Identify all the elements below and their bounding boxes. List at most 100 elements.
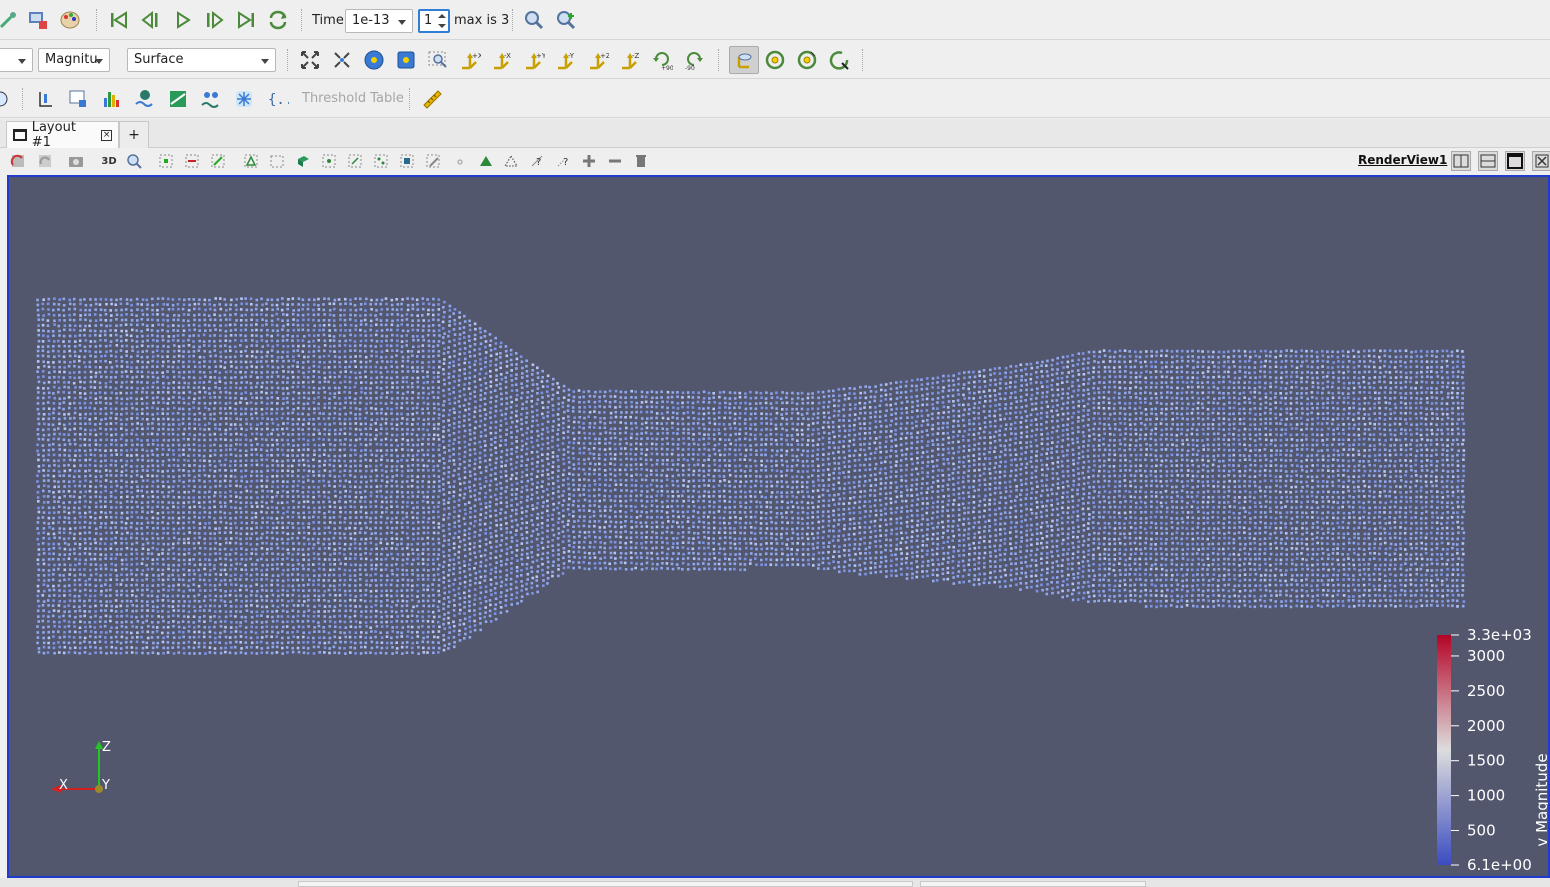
- view-plus-y-icon[interactable]: +Y: [522, 48, 546, 72]
- zoom-to-data-icon[interactable]: [522, 8, 546, 32]
- mesh-point: [161, 470, 164, 473]
- toggle-3d-button[interactable]: 3D: [99, 151, 119, 171]
- mesh-point: [375, 339, 379, 343]
- time-combo[interactable]: 1e-13: [345, 9, 413, 33]
- spin-down-icon[interactable]: [438, 24, 446, 28]
- mesh-point: [385, 334, 388, 338]
- rotate-minus-90-icon[interactable]: -90: [682, 48, 706, 72]
- select-polygon-icon[interactable]: [267, 151, 287, 171]
- mesh-point: [344, 370, 347, 373]
- undo-camera-icon[interactable]: [35, 151, 55, 171]
- show-center-icon[interactable]: [394, 48, 418, 72]
- zoom-closest-icon[interactable]: [362, 48, 386, 72]
- mesh-point: [224, 329, 228, 333]
- spin-up-icon[interactable]: [438, 14, 446, 18]
- connect-icon[interactable]: [0, 8, 20, 32]
- query-select-icon[interactable]: ?: [527, 151, 547, 171]
- triangle-select-icon[interactable]: [476, 151, 496, 171]
- mesh-point: [88, 489, 92, 493]
- python-trace-icon[interactable]: [34, 87, 58, 111]
- mesh-point: [146, 630, 150, 634]
- plot-selection-icon[interactable]: [166, 87, 190, 111]
- disconnect-icon[interactable]: [26, 8, 50, 32]
- shrink-minus-icon[interactable]: [605, 151, 625, 171]
- select-cells-on-icon[interactable]: [156, 151, 176, 171]
- select-points-through-icon[interactable]: [241, 151, 261, 171]
- timestep-spinbox[interactable]: 1: [418, 9, 450, 33]
- mesh-point: [318, 454, 321, 458]
- select-points-on-icon[interactable]: [182, 151, 202, 171]
- histogram-icon[interactable]: [100, 87, 124, 111]
- render-view[interactable]: Z X Y 3000 2500 2000 1500 1000 500 3.3e+03 6.…: [7, 175, 1550, 878]
- render-view-name[interactable]: RenderView1: [1358, 153, 1447, 167]
- close-tab-icon[interactable]: ×: [101, 129, 112, 141]
- interactive-select-points-icon[interactable]: [345, 151, 365, 171]
- coloring-combo[interactable]: [0, 48, 33, 72]
- mesh-point: [42, 527, 46, 530]
- view-plus-z-icon[interactable]: +Z: [586, 48, 610, 72]
- vertex-select-icon[interactable]: [501, 151, 521, 171]
- component-combo[interactable]: Magnitu: [38, 48, 110, 72]
- view-minus-x-icon[interactable]: -X: [490, 48, 514, 72]
- threshold-table-button[interactable]: Threshold Table: [302, 91, 404, 106]
- mesh-point: [104, 459, 107, 462]
- interactive-pick-icon[interactable]: [827, 48, 851, 72]
- mesh-point: [228, 651, 232, 655]
- interactive-select-cells-icon[interactable]: [319, 151, 339, 171]
- mesh-point: [239, 496, 242, 499]
- reset-camera-icon[interactable]: [298, 48, 322, 72]
- play-icon[interactable]: [171, 8, 195, 32]
- split-horizontal-icon[interactable]: [1451, 151, 1471, 171]
- mesh-point: [276, 318, 280, 321]
- rotation-center-icon[interactable]: [763, 48, 787, 72]
- mesh-point: [150, 459, 154, 462]
- plot-data-icon[interactable]: [66, 87, 90, 111]
- screenshot-icon[interactable]: [66, 151, 86, 171]
- zoom-box-icon[interactable]: [426, 48, 450, 72]
- mesh-point: [239, 401, 242, 404]
- view-minus-y-icon[interactable]: -Y: [554, 48, 578, 72]
- grow-plus-icon[interactable]: [579, 151, 599, 171]
- plot-time-icon[interactable]: [199, 87, 223, 111]
- representation-combo[interactable]: Surface: [127, 48, 276, 72]
- mesh-point: [125, 418, 129, 421]
- previous-frame-icon[interactable]: [139, 8, 163, 32]
- reset-session-icon[interactable]: [8, 151, 28, 171]
- python-calculator-icon[interactable]: {..}: [266, 87, 290, 111]
- center-axes-toggle-icon[interactable]: [729, 46, 759, 74]
- mesh-point: [380, 625, 384, 628]
- select-cells-through-icon[interactable]: [208, 151, 228, 171]
- hover-points-icon[interactable]: [371, 151, 391, 171]
- last-frame-icon[interactable]: [234, 8, 258, 32]
- first-frame-icon[interactable]: [107, 8, 131, 32]
- mesh-point: [286, 594, 289, 597]
- select-block-icon[interactable]: [293, 151, 313, 171]
- grow-selection-icon[interactable]: [423, 151, 443, 171]
- query-help-icon[interactable]: ?: [553, 151, 573, 171]
- mesh-point: [135, 557, 138, 560]
- rotate-plus-90-icon[interactable]: +90: [650, 48, 674, 72]
- view-plus-x-icon[interactable]: +X: [458, 48, 482, 72]
- hover-cells-icon[interactable]: [397, 151, 417, 171]
- mesh-point: [124, 625, 128, 629]
- clear-selection-icon[interactable]: [631, 151, 651, 171]
- close-view-icon[interactable]: [1532, 151, 1550, 171]
- palette-icon[interactable]: [58, 8, 82, 32]
- zoom-to-box-icon[interactable]: [554, 8, 578, 32]
- plot-over-line-icon[interactable]: [133, 87, 157, 111]
- reset-camera-closest-icon[interactable]: [330, 48, 354, 72]
- magnify-small-icon[interactable]: [451, 151, 471, 171]
- glyph-filter-icon[interactable]: [232, 87, 256, 111]
- add-tab-button[interactable]: +: [119, 121, 149, 148]
- next-frame-icon[interactable]: [202, 8, 226, 32]
- mesh-point: [46, 345, 50, 348]
- maximize-icon[interactable]: [1505, 151, 1525, 171]
- view-minus-z-icon[interactable]: -Z: [618, 48, 642, 72]
- loop-icon[interactable]: [266, 8, 290, 32]
- ruler-icon[interactable]: [420, 87, 444, 111]
- tab-layout-1[interactable]: Layout #1 ×: [6, 120, 119, 150]
- partial-filter-icon[interactable]: [0, 87, 12, 111]
- pick-center-icon[interactable]: [795, 48, 819, 72]
- split-vertical-icon[interactable]: [1478, 151, 1498, 171]
- zoom-box-icon[interactable]: [124, 151, 144, 171]
